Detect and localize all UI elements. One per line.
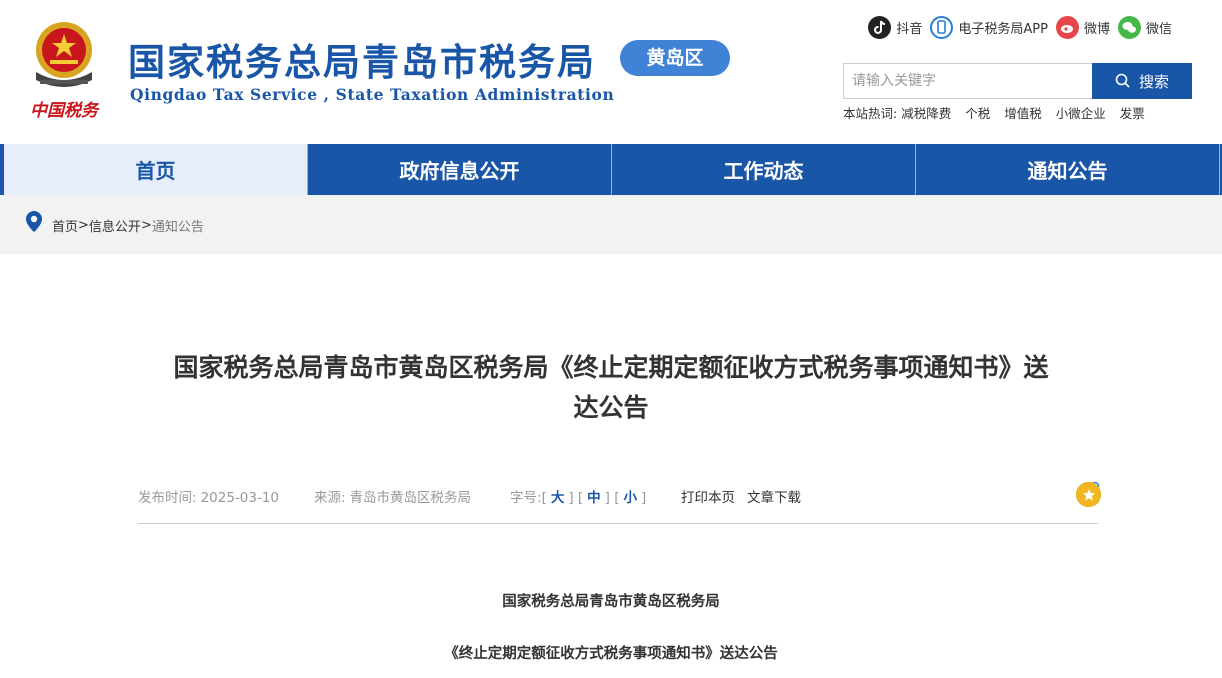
social-weibo[interactable]: 微博 (1054, 16, 1110, 39)
breadcrumb-current: 通知公告 (151, 220, 204, 235)
article-title-line: 国家税务总局青岛市黄岛区税务局《终止定期定额征收方式税务事项通知书》送 (173, 353, 1049, 382)
font-size-control: 字号:[大] [中] [小] (510, 490, 647, 506)
social-wechat-label: 微信 (1145, 22, 1172, 37)
breadcrumb-info[interactable]: 信息公开 (89, 216, 141, 235)
site-title: 国家税务总局青岛市税务局 (128, 41, 596, 84)
site-title-en: Qingdao Tax Service , State Taxation Adm… (130, 85, 615, 104)
share-bar (1076, 480, 1102, 507)
font-size-large[interactable]: 大 (547, 490, 569, 506)
social-links: 抖音 电子税务局APP 微博 微信 (866, 16, 1172, 39)
tax-emblem-logo[interactable]: 中国税务 (22, 14, 106, 124)
article-meta: 发布时间: 2025-03-10 来源: 青岛市黄岛区税务局 字号:[大] [中] … (138, 481, 1101, 524)
district-badge[interactable]: 黄岛区 (620, 40, 730, 76)
font-size-label: 字号: (510, 490, 542, 506)
hot-words-label: 本站热词: (843, 106, 898, 121)
site-header: 中国税务 国家税务总局青岛市税务局 Qingdao Tax Service , … (0, 0, 1222, 144)
search-button[interactable]: 搜索 (1092, 63, 1192, 99)
download-link[interactable]: 文章下载 (747, 486, 801, 506)
hot-words: 本站热词: 减税降费 个税 增值税 小微企业 发票 (843, 103, 1145, 122)
source-value: 青岛市黄岛区税务局 (349, 490, 472, 506)
search-box: 搜索 (843, 63, 1192, 99)
social-douyin-label: 抖音 (896, 22, 923, 37)
search-button-label: 搜索 (1138, 72, 1169, 91)
douyin-icon (868, 16, 892, 39)
hot-word-link[interactable]: 个税 (965, 103, 990, 122)
favorite-star-icon[interactable] (1076, 482, 1101, 507)
nav-item-work-news[interactable]: 工作动态 (612, 144, 916, 195)
font-size-medium[interactable]: 中 (583, 490, 605, 506)
publish-label: 发布时间: (138, 490, 197, 506)
logo-calligraphy: 中国税务 (30, 101, 101, 121)
social-wechat[interactable]: 微信 (1116, 16, 1172, 39)
font-size-small[interactable]: 小 (620, 490, 642, 506)
location-pin-icon (26, 210, 42, 232)
social-app[interactable]: 电子税务局APP (928, 16, 1048, 39)
breadcrumb-bar: 首页 > 信息公开 > 通知公告 (0, 195, 1222, 254)
social-weibo-label: 微博 (1083, 22, 1110, 37)
nav-item-notices[interactable]: 通知公告 (916, 144, 1220, 195)
print-link[interactable]: 打印本页 (681, 486, 735, 506)
hot-word-link[interactable]: 减税降费 (901, 103, 951, 122)
article-title-line: 达公告 (573, 393, 649, 422)
hot-word-link[interactable]: 小微企业 (1056, 103, 1106, 122)
source-label: 来源: (314, 490, 346, 506)
search-icon (1115, 73, 1130, 88)
main-nav: 首页 政府信息公开 工作动态 通知公告 (0, 144, 1222, 195)
weibo-icon (1055, 16, 1079, 39)
body-subheading: 《终止定期定额征收方式税务事项通知书》送达公告 (444, 646, 778, 662)
hot-word-link[interactable]: 发票 (1120, 103, 1145, 122)
publish-date: 2025-03-10 (200, 490, 280, 506)
social-douyin[interactable]: 抖音 (866, 16, 922, 39)
breadcrumb-separator: > (140, 218, 152, 233)
breadcrumb: 首页 > 信息公开 > 通知公告 (24, 208, 204, 235)
nav-item-home[interactable]: 首页 (4, 144, 308, 195)
body-heading: 国家税务总局青岛市黄岛区税务局 (502, 594, 720, 610)
breadcrumb-home[interactable]: 首页 (52, 216, 78, 235)
social-app-label: 电子税务局APP (958, 22, 1048, 37)
breadcrumb-separator: > (78, 218, 89, 233)
hot-word-link[interactable]: 增值税 (1004, 103, 1042, 122)
mobile-app-icon (930, 16, 954, 39)
publish-time: 发布时间: 2025-03-10 (138, 486, 279, 506)
wechat-icon (1117, 16, 1141, 39)
article-title: 国家税务总局青岛市黄岛区税务局《终止定期定额征收方式税务事项通知书》送 达公告 (110, 348, 1112, 428)
nav-item-gov-info[interactable]: 政府信息公开 (308, 144, 612, 195)
search-input[interactable] (843, 63, 1092, 99)
article-source: 来源: 青岛市黄岛区税务局 (314, 486, 471, 506)
